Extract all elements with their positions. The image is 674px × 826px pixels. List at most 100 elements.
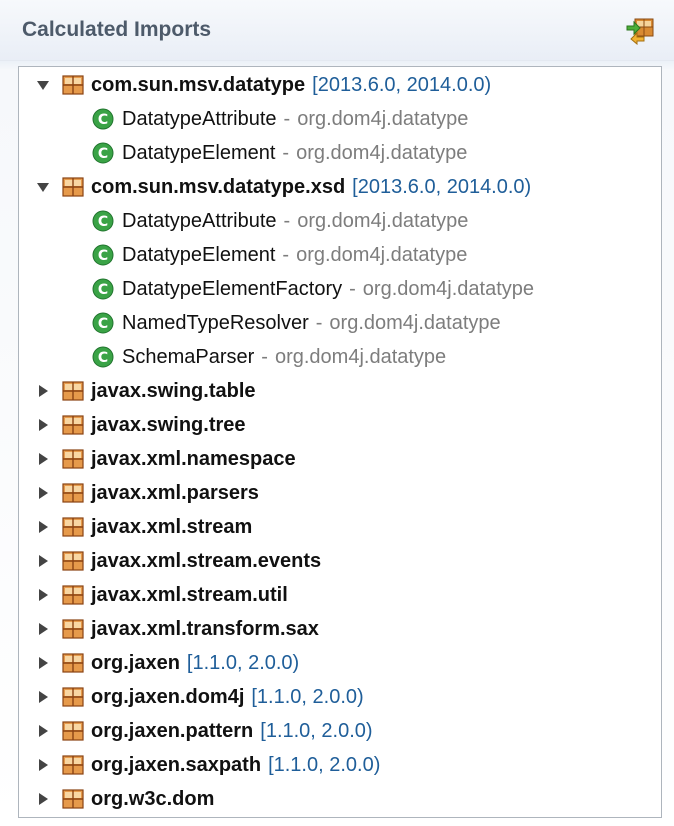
- class-row[interactable]: C DatatypeAttribute - org.dom4j.datatype: [19, 102, 674, 136]
- expand-toggle[interactable]: [33, 381, 53, 401]
- package-row[interactable]: javax.xml.transform.sax: [19, 612, 673, 646]
- class-package: org.dom4j.datatype: [296, 141, 468, 164]
- package-name: javax.xml.parsers: [91, 481, 259, 504]
- class-row[interactable]: C DatatypeElement - org.dom4j.datatype: [19, 136, 674, 170]
- package-row[interactable]: com.sun.msv.datatype.xsd [2013.6.0, 2014.…: [19, 170, 673, 204]
- expand-toggle[interactable]: [33, 483, 53, 503]
- class-icon: C: [92, 142, 114, 164]
- version-range: [1.1.0, 2.0.0): [186, 651, 300, 674]
- package-row[interactable]: org.jaxen.dom4j [1.1.0, 2.0.0): [19, 680, 673, 714]
- package-name: com.sun.msv.datatype: [91, 73, 306, 96]
- class-name: DatatypeElementFactory: [122, 277, 343, 300]
- package-icon: [62, 789, 84, 809]
- package-row[interactable]: javax.xml.stream.events: [19, 544, 673, 578]
- chevron-right-icon: [39, 419, 48, 431]
- expand-toggle[interactable]: [33, 789, 53, 809]
- class-row[interactable]: C DatatypeElement - org.dom4j.datatype: [19, 238, 674, 272]
- package-icon: [62, 585, 84, 605]
- class-row[interactable]: C SchemaParser - org.dom4j.datatype: [19, 340, 674, 374]
- expand-toggle[interactable]: [33, 449, 53, 469]
- package-row[interactable]: org.w3c.dom: [19, 782, 673, 816]
- package-row[interactable]: javax.xml.stream: [19, 510, 673, 544]
- separator: -: [283, 209, 291, 232]
- class-icon: C: [92, 312, 114, 334]
- svg-text:C: C: [98, 350, 108, 366]
- separator: -: [283, 107, 291, 130]
- chevron-right-icon: [39, 385, 48, 397]
- chevron-right-icon: [39, 691, 48, 703]
- expand-toggle[interactable]: [33, 551, 53, 571]
- package-icon: [62, 551, 84, 571]
- expand-toggle[interactable]: [33, 619, 53, 639]
- package-row[interactable]: javax.swing.table: [19, 374, 673, 408]
- package-name: javax.xml.stream.util: [91, 583, 288, 606]
- package-name: javax.xml.transform.sax: [91, 617, 319, 640]
- class-package: org.dom4j.datatype: [296, 243, 468, 266]
- version-range: [1.1.0, 2.0.0): [251, 685, 364, 708]
- chevron-right-icon: [39, 623, 48, 635]
- expand-toggle[interactable]: [33, 653, 53, 673]
- expand-toggle[interactable]: [33, 721, 53, 741]
- chevron-down-icon: [37, 183, 49, 192]
- package-row[interactable]: com.sun.msv.datatype [2013.6.0, 2014.0.0): [19, 68, 673, 102]
- package-icon: [62, 75, 84, 95]
- chevron-right-icon: [39, 725, 48, 737]
- package-row[interactable]: javax.xml.stream.util: [19, 578, 673, 612]
- package-icon: [62, 721, 84, 741]
- expand-toggle[interactable]: [33, 75, 53, 95]
- package-name: org.w3c.dom: [91, 787, 215, 810]
- package-row[interactable]: org.jaxen.pattern [1.1.0, 2.0.0): [19, 714, 673, 748]
- package-name: org.jaxen.dom4j: [91, 685, 245, 708]
- expand-toggle[interactable]: [33, 687, 53, 707]
- package-icon: [62, 755, 84, 775]
- package-icon: [62, 619, 84, 639]
- package-row[interactable]: javax.swing.tree: [19, 408, 673, 442]
- class-name: DatatypeAttribute: [122, 209, 277, 232]
- expand-toggle[interactable]: [33, 177, 53, 197]
- package-row[interactable]: org.jaxen.saxpath [1.1.0, 2.0.0): [19, 748, 673, 782]
- class-icon: C: [92, 244, 114, 266]
- panel-title: Calculated Imports: [22, 18, 212, 41]
- version-range: [1.1.0, 2.0.0): [268, 753, 381, 776]
- chevron-right-icon: [39, 555, 48, 567]
- chevron-right-icon: [39, 487, 48, 499]
- package-name: javax.xml.namespace: [91, 447, 296, 470]
- svg-text:C: C: [98, 248, 108, 264]
- version-range: [2013.6.0, 2014.0.0): [352, 175, 532, 198]
- package-name: javax.xml.stream: [91, 515, 253, 538]
- refresh-imports-icon: [626, 18, 654, 46]
- class-row[interactable]: C DatatypeAttribute - org.dom4j.datatype: [19, 204, 674, 238]
- class-icon: C: [92, 108, 114, 130]
- class-package: org.dom4j.datatype: [362, 277, 535, 300]
- package-icon: [62, 517, 84, 537]
- package-name: org.jaxen.pattern: [91, 719, 254, 742]
- class-row[interactable]: C NamedTypeResolver - org.dom4j.datatype: [19, 306, 674, 340]
- imports-tree[interactable]: com.sun.msv.datatype [2013.6.0, 2014.0.0)…: [18, 66, 662, 818]
- expand-toggle[interactable]: [33, 517, 53, 537]
- package-icon: [62, 653, 84, 673]
- chevron-right-icon: [39, 521, 48, 533]
- package-row[interactable]: org.jaxen [1.1.0, 2.0.0): [19, 646, 673, 680]
- class-row[interactable]: C DatatypeElementFactory - org.dom4j.dataty…: [19, 272, 674, 306]
- package-name: javax.swing.table: [91, 379, 256, 402]
- separator: -: [349, 277, 356, 300]
- class-package: org.dom4j.datatype: [297, 209, 469, 232]
- svg-text:C: C: [98, 146, 108, 162]
- refresh-imports-button[interactable]: [624, 15, 656, 46]
- expand-toggle[interactable]: [33, 415, 53, 435]
- svg-text:C: C: [98, 316, 108, 332]
- package-icon: [62, 381, 84, 401]
- separator: -: [261, 345, 268, 368]
- package-icon: [62, 687, 84, 707]
- expand-toggle[interactable]: [33, 585, 53, 605]
- class-icon: C: [92, 278, 114, 300]
- expand-toggle[interactable]: [33, 755, 53, 775]
- class-package: org.dom4j.datatype: [274, 345, 447, 368]
- svg-text:C: C: [98, 282, 108, 298]
- calculated-imports-panel: Calculated Imports com.sun.msv.datatype […: [0, 0, 674, 826]
- class-name: DatatypeAttribute: [122, 107, 277, 130]
- package-icon: [62, 177, 84, 197]
- class-name: SchemaParser: [122, 345, 255, 368]
- package-row[interactable]: javax.xml.parsers: [19, 476, 673, 510]
- package-row[interactable]: javax.xml.namespace: [19, 442, 673, 476]
